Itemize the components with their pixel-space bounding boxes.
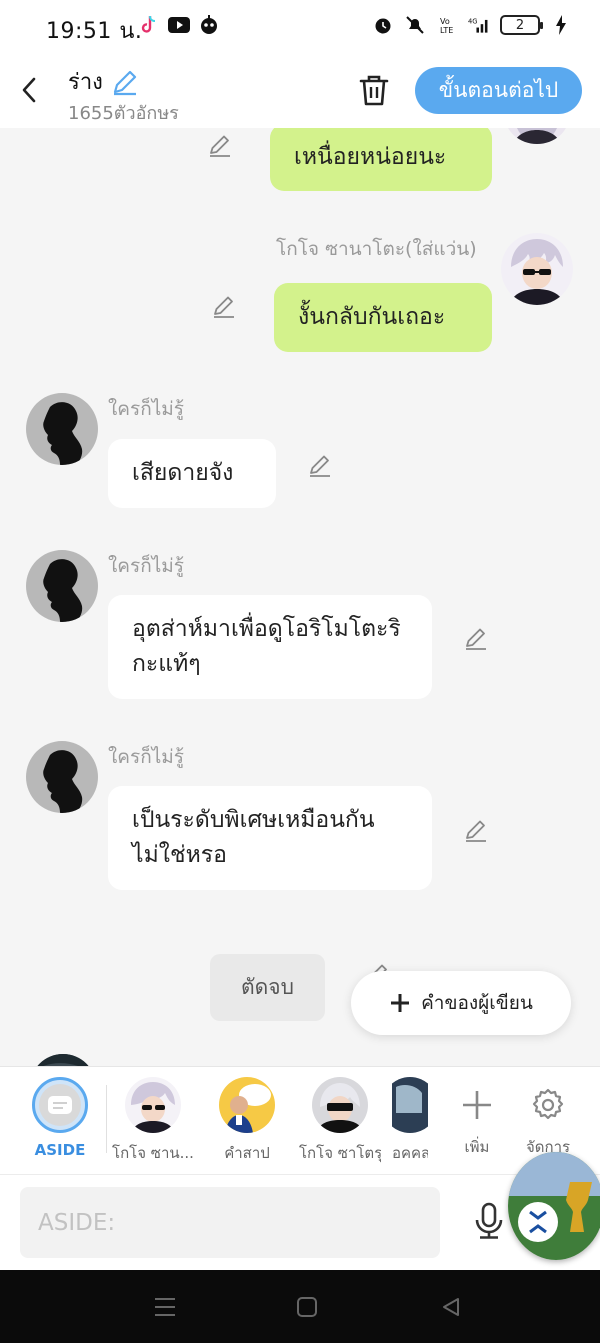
volte-icon: Vo LTE [436,14,458,36]
avatar-unknown[interactable] [26,550,98,622]
status-indicators: Vo LTE 4G 2 [372,14,572,36]
pencil-icon [214,296,234,318]
screen: 19:51 น. Vo LTE 4G 2 ร่าง 1655ตัวอักษร ข… [0,0,600,1343]
pencil-icon [113,70,137,95]
edit-message-button[interactable] [462,624,490,652]
plus-icon [391,994,410,1012]
message-bubble[interactable]: เหนื่อยหน่อยนะ [270,128,492,191]
top-bar: ร่าง 1655ตัวอักษร ขั้นตอนต่อไป [0,56,600,128]
author-note-label: คำของผู้เขียน [421,992,533,1014]
character-name: คำสาป [224,1144,270,1162]
status-time: 19:51 น. [46,19,143,44]
floating-shortcut-ball[interactable] [508,1152,600,1260]
strip-divider [106,1085,107,1153]
character-name: โกโจ ซาน... [112,1144,194,1162]
character-gojo[interactable]: โกโจ ซาโตรุ [299,1077,381,1165]
avatar-unknown[interactable] [26,741,98,813]
plus-icon [449,1077,505,1133]
home-icon [297,1297,317,1317]
svg-text:LTE: LTE [440,26,453,35]
message-bubble[interactable]: เสียดายจัง [108,439,276,508]
battery-indicator: 2 [500,15,543,35]
voice-input-button[interactable] [470,1201,508,1241]
alarm-icon [372,14,394,36]
edit-message-button[interactable] [210,292,238,320]
character-avatar [125,1077,181,1133]
message-bubble[interactable]: งั้นกลับกันเถอะ [274,283,492,352]
status-bar: 19:51 น. Vo LTE 4G 2 [0,0,600,56]
message-sender: ใครก็ไม่รู้ [108,746,184,768]
pencil-icon [310,455,330,477]
pencil-icon [210,135,230,157]
back-button[interactable] [12,70,46,110]
character-name: ASIDE [34,1141,86,1159]
mute-icon [404,14,426,36]
message-sender: ใครก็ไม่รู้ [108,398,184,420]
signal-4g-icon: 4G [468,14,490,36]
chat-area[interactable]: เหนื่อยหน่อยนะ โกโจ ซานาโตะ(ใส่แว่น) งั้… [0,128,600,1066]
edit-message-button[interactable] [462,816,490,844]
bot-icon [198,14,220,36]
charging-icon [550,14,572,36]
chevron-left-icon [22,77,36,103]
youtube-icon [168,14,190,36]
home-button[interactable] [292,1292,322,1322]
message-bubble[interactable]: เป็นระดับพิเศษเหมือนกันไม่ใช่หรอ [108,786,432,890]
character-name: โกโจ ซาโตรุ [299,1144,381,1162]
draft-title[interactable]: ร่าง [68,64,139,99]
character-aside[interactable]: ASIDE [19,1077,101,1159]
svg-text:4G: 4G [468,17,478,25]
manage-characters-button[interactable]: จัดการ [507,1077,589,1159]
character-avatar [219,1077,275,1133]
end-story-button[interactable]: ตัดจบ [210,954,325,1021]
pencil-icon [466,628,486,650]
character-curse[interactable]: คำสาป [206,1077,288,1165]
back-triangle-icon [443,1298,459,1316]
avatar-gojo-glasses[interactable] [505,128,569,144]
character-selector: ASIDE โกโจ ซาน... คำสาป โกโจ ซาโตรุ อคคส… [0,1066,600,1174]
add-character-button[interactable]: เพิ่ม [436,1077,518,1159]
delete-button[interactable] [354,70,394,110]
gear-icon [520,1077,576,1133]
character-partial[interactable]: อคคส [392,1077,428,1165]
character-avatar [312,1077,368,1133]
author-note-button[interactable]: คำของผู้เขียน [351,971,571,1035]
trash-icon [359,75,389,106]
character-gojo-glasses[interactable]: โกโจ ซาน... [112,1077,194,1165]
system-nav-bar [0,1270,600,1343]
message-bubble[interactable]: อุตส่าห์มาเพื่อดูโอริโมโตะริกะแท้ๆ [108,595,432,699]
notification-icons [138,14,220,36]
avatar-peek [30,1054,96,1066]
svg-text:Vo: Vo [440,17,450,26]
message-sender: ใครก็ไม่รู้ [108,555,184,577]
avatar-unknown[interactable] [26,393,98,465]
back-nav-button[interactable] [436,1292,466,1322]
message-sender: โกโจ ซานาโตะ(ใส่แว่น) [276,238,477,260]
character-name: อคคส [392,1144,428,1162]
add-label: เพิ่ม [464,1138,490,1156]
next-step-button[interactable]: ขั้นตอนต่อไป [415,67,582,114]
recent-apps-button[interactable] [150,1292,180,1322]
menu-icon [155,1298,175,1316]
draft-title-text: ร่าง [68,70,103,95]
character-avatar [392,1077,428,1133]
pencil-icon [466,820,486,842]
microphone-icon [475,1202,503,1239]
edit-message-button[interactable] [206,131,234,159]
avatar-gojo-glasses[interactable] [501,233,573,305]
edit-message-button[interactable] [306,451,334,479]
char-count: 1655ตัวอักษร [68,103,179,124]
tiktok-icon [138,14,160,36]
aside-icon [32,1077,88,1133]
aside-input[interactable] [20,1187,440,1258]
